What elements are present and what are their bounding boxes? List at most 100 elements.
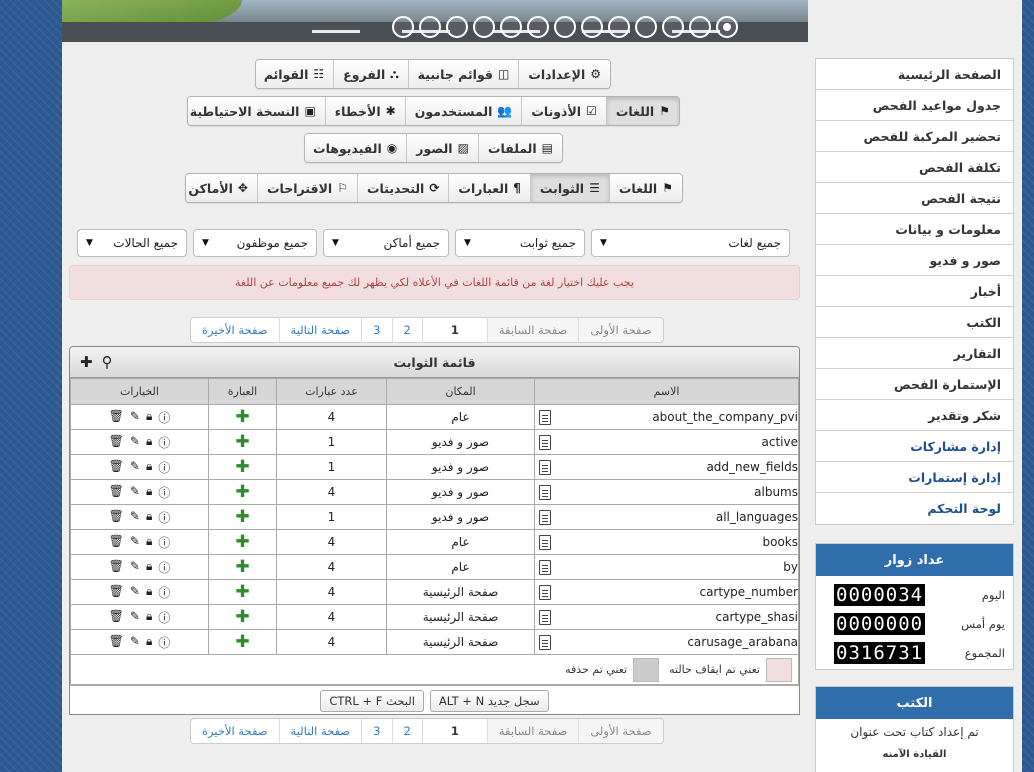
filter-places[interactable]: جميع أماكن ▼ [323,229,449,257]
trash-icon[interactable]: 🗑︎ [109,484,124,501]
info-icon[interactable]: ⓘ [158,434,170,451]
edit-icon[interactable]: ✎ [130,484,140,501]
page-last[interactable]: صفحة الأخيرة [191,318,279,342]
page-next[interactable]: صفحة التالية [278,719,362,743]
table-row[interactable]: add_new_fields صور و فديو 1 ✚ ⓘ 🔒︎ ✎ 🗑︎ [70,454,799,480]
branches-button[interactable]: ⛬ الفروع [333,60,408,88]
sidebar-item[interactable]: صور و فديو [816,245,1013,276]
sidebar-item[interactable]: الإستمارة الفحص [816,369,1013,400]
info-icon[interactable]: ⓘ [158,409,170,426]
slider-dot[interactable] [716,16,738,38]
languages-button[interactable]: ⚑ اللغات [605,97,679,125]
filter-status[interactable]: جميع الحالات ▼ [77,229,187,257]
trash-icon[interactable]: 🗑︎ [109,534,124,551]
filter-languages[interactable]: جميع لغات ▼ [591,229,790,257]
new-record-button[interactable]: ALT + N سجل جديد [429,690,549,712]
sidebar-item[interactable]: لوحة التحكم [816,493,1013,524]
page-first[interactable]: صفحة الأولى [578,318,663,342]
page-next[interactable]: صفحة التالية [278,318,362,342]
search-button[interactable]: CTRL + F البحث [320,690,424,712]
slider-dot[interactable] [446,16,468,38]
add-phrase-icon[interactable]: ✚ [235,557,249,577]
slider-dot[interactable] [473,16,495,38]
lock-icon[interactable]: 🔒︎ [146,484,152,501]
add-phrase-icon[interactable]: ✚ [235,532,249,552]
table-row[interactable]: carusage_arabana صفحة الرئيسية 4 ✚ ⓘ 🔒︎ ✎ 🗑︎ [70,629,799,655]
trash-icon[interactable]: 🗑︎ [109,584,124,601]
table-row[interactable]: about_the_company_pvi عام 4 ✚ ⓘ 🔒︎ ✎ 🗑︎ [70,404,799,430]
edit-icon[interactable]: ✎ [130,509,140,526]
sidebar-item[interactable]: الصفحة الرئيسية [816,59,1013,90]
info-icon[interactable]: ⓘ [158,634,170,651]
add-phrase-icon[interactable]: ✚ [235,407,249,427]
sidebar-item[interactable]: معلومات و بيانات [816,214,1013,245]
trash-icon[interactable]: 🗑︎ [109,434,124,451]
lock-icon[interactable]: 🔒︎ [146,434,152,451]
lock-icon[interactable]: 🔒︎ [146,534,152,551]
trash-icon[interactable]: 🗑︎ [109,459,124,476]
constants-button[interactable]: ☰ الثوابت [529,174,609,202]
add-phrase-icon[interactable]: ✚ [235,607,249,627]
add-phrase-icon[interactable]: ✚ [235,482,249,502]
add-phrase-icon[interactable]: ✚ [235,432,249,452]
col-count[interactable]: عدد عبارات [276,378,387,405]
phrases-button[interactable]: ¶ العبارات [448,174,530,202]
edit-icon[interactable]: ✎ [130,459,140,476]
permissions-button[interactable]: ☑ الأذونات [521,97,606,125]
lock-icon[interactable]: 🔒︎ [146,634,152,651]
sidebar-item[interactable]: تكلفة الفحص [816,152,1013,183]
sidebar-item[interactable]: جدول مواعيد الفحص [816,90,1013,121]
slider-dot[interactable] [527,16,549,38]
edit-icon[interactable]: ✎ [130,559,140,576]
lock-icon[interactable]: 🔒︎ [146,584,152,601]
table-row[interactable]: all_languages صور و فديو 1 ✚ ⓘ 🔒︎ ✎ 🗑︎ [70,504,799,530]
trash-icon[interactable]: 🗑︎ [109,634,124,651]
edit-icon[interactable]: ✎ [130,534,140,551]
edit-icon[interactable]: ✎ [130,409,140,426]
table-row[interactable]: by عام 4 ✚ ⓘ 🔒︎ ✎ 🗑︎ [70,554,799,580]
info-icon[interactable]: ⓘ [158,509,170,526]
edit-icon[interactable]: ✎ [130,434,140,451]
page-3[interactable]: 3 [361,719,391,743]
col-place[interactable]: المكان [386,378,535,405]
filter-constants[interactable]: جميع ثوابت ▼ [455,229,585,257]
add-phrase-icon[interactable]: ✚ [235,582,249,602]
sidebar-item[interactable]: الكتب [816,307,1013,338]
sidebar-item[interactable]: تحضير المركبة للفحص [816,121,1013,152]
slider-dot[interactable] [419,16,441,38]
lock-icon[interactable]: 🔒︎ [146,459,152,476]
trash-icon[interactable]: 🗑︎ [109,409,124,426]
lists-button[interactable]: ☷ القوائم [256,60,334,88]
trash-icon[interactable]: 🗑︎ [109,559,124,576]
add-phrase-icon[interactable]: ✚ [235,632,249,652]
page-prev[interactable]: صفحة السابقة [486,318,579,342]
sidebar-item[interactable]: شكر وتقدير [816,400,1013,431]
table-row[interactable]: books عام 4 ✚ ⓘ 🔒︎ ✎ 🗑︎ [70,529,799,555]
sidebar-item[interactable]: إدارة إستمارات [816,462,1013,493]
trash-icon[interactable]: 🗑︎ [109,509,124,526]
slider-dot[interactable] [500,16,522,38]
page-prev[interactable]: صفحة السابقة [486,719,579,743]
languages-2-button[interactable]: ⚑ اللغات [608,174,682,202]
slider-dot[interactable] [689,16,711,38]
info-icon[interactable]: ⓘ [158,459,170,476]
table-row[interactable]: active صور و فديو 1 ✚ ⓘ 🔒︎ ✎ 🗑︎ [70,429,799,455]
users-button[interactable]: 👥 المستخدمون [404,97,522,125]
slider-dot[interactable] [635,16,657,38]
slider-dot[interactable] [392,16,414,38]
sidebar-item[interactable]: أخبار [816,276,1013,307]
page-2[interactable]: 2 [391,318,422,342]
images-button[interactable]: ▨ الصور [406,134,478,162]
places-button[interactable]: ✥ الأماكن [186,174,257,202]
table-row[interactable]: albums صور و فديو 4 ✚ ⓘ 🔒︎ ✎ 🗑︎ [70,479,799,505]
lock-icon[interactable]: 🔒︎ [146,609,152,626]
page-1[interactable]: 1 [421,318,487,342]
side-lists-button[interactable]: ◫ قوائم جانبية [407,60,519,88]
slider-dot[interactable] [662,16,684,38]
page-last[interactable]: صفحة الأخيرة [191,719,279,743]
lock-icon[interactable]: 🔒︎ [146,409,152,426]
errors-button[interactable]: ✱ الأخطاء [324,97,405,125]
page-2[interactable]: 2 [391,719,422,743]
info-icon[interactable]: ⓘ [158,584,170,601]
sidebar-item[interactable]: نتيجة الفحص [816,183,1013,214]
